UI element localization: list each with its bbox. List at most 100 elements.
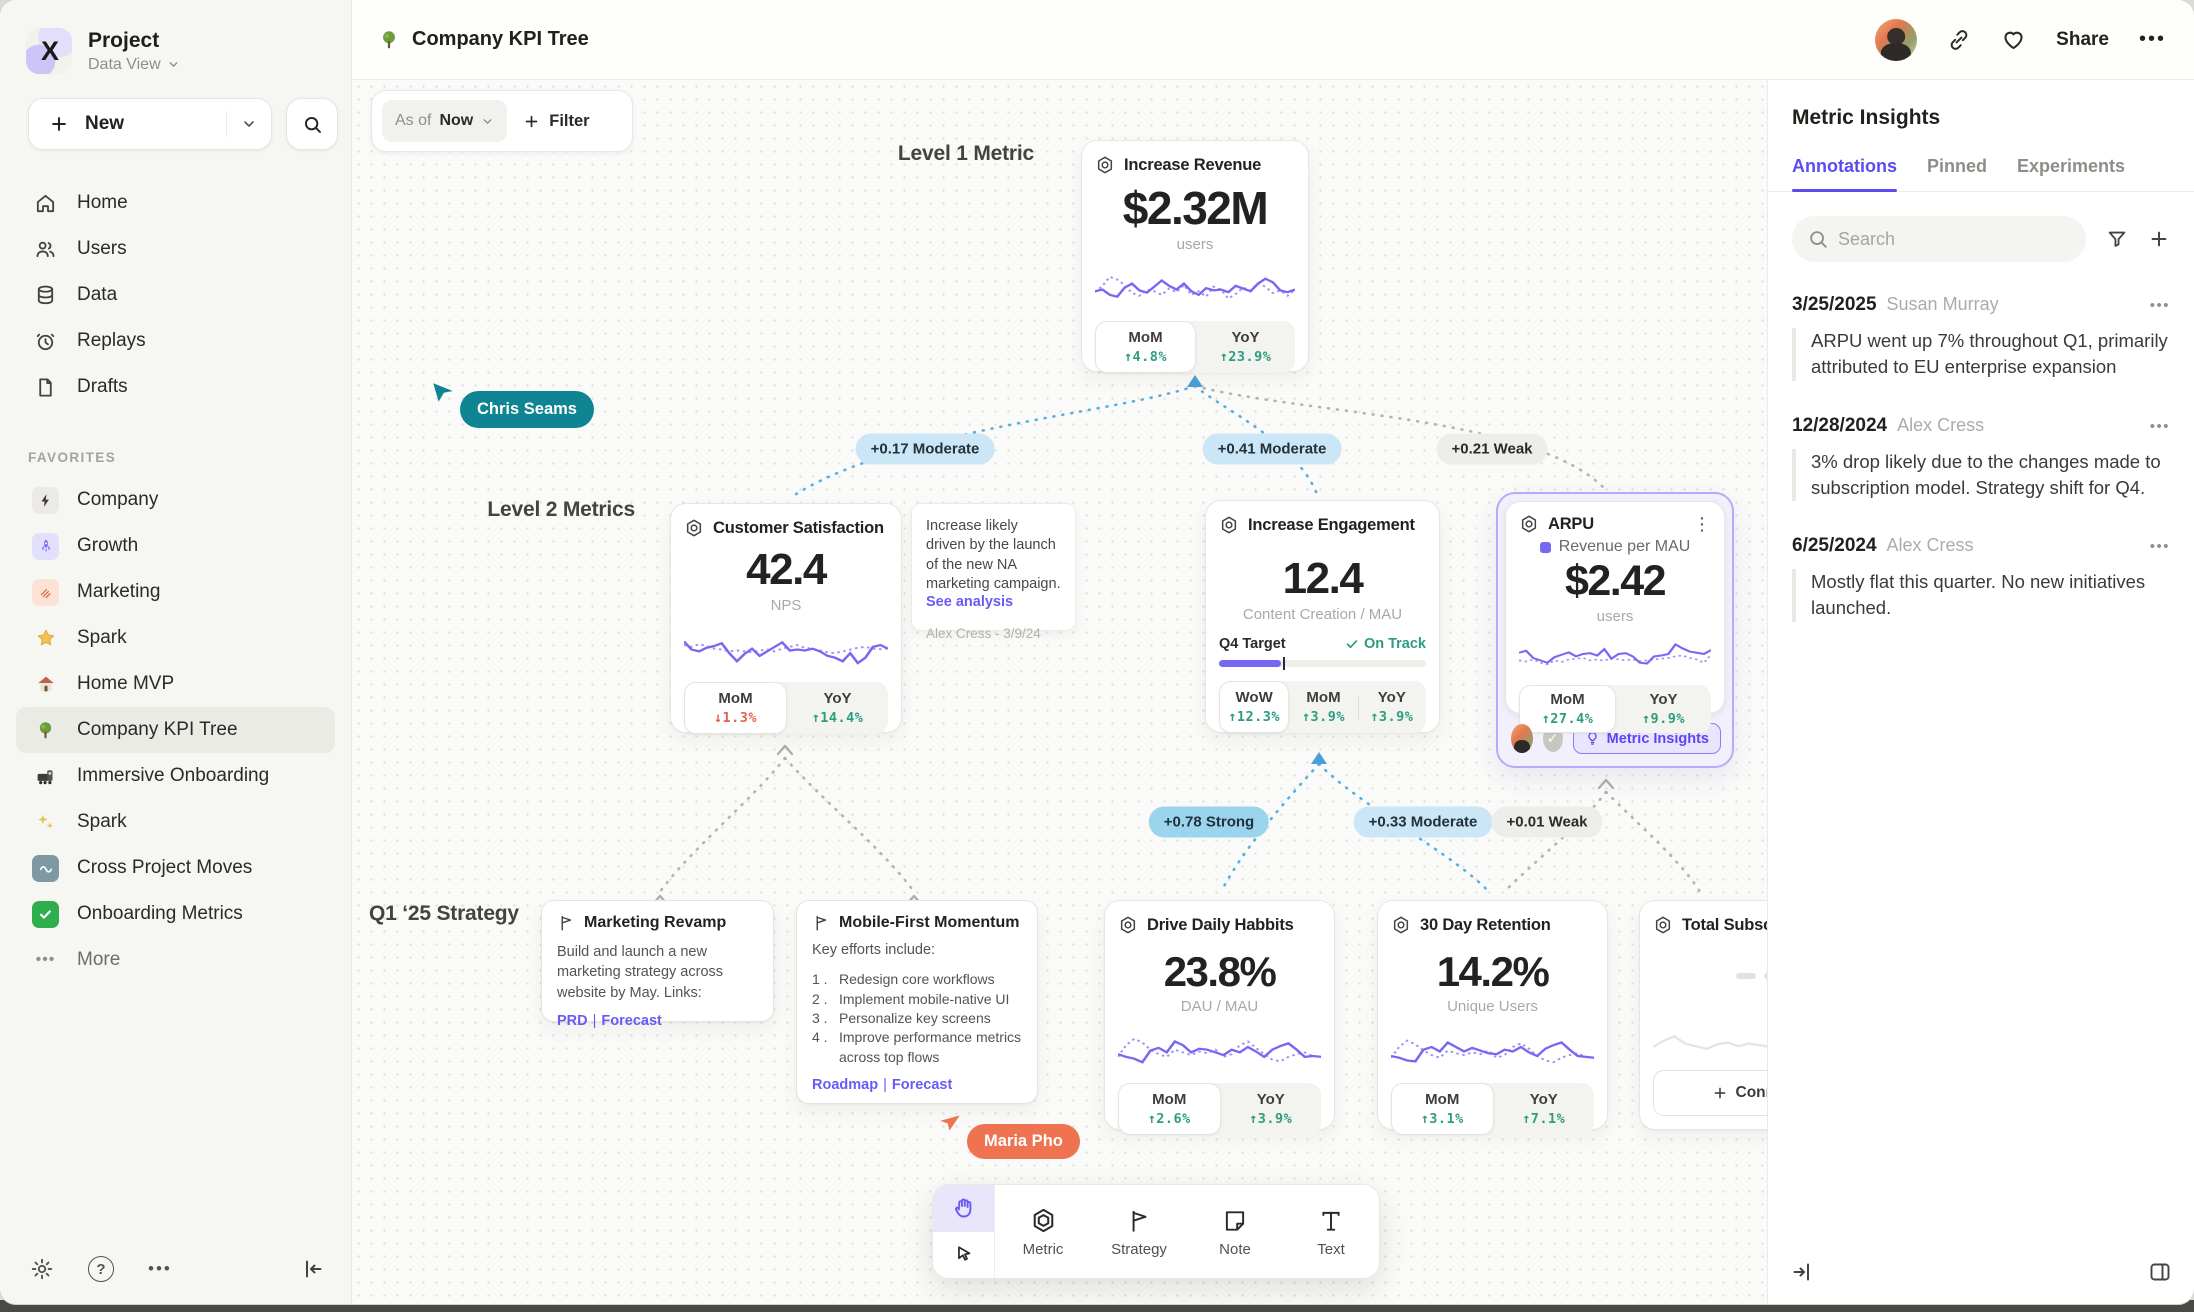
metric-insights-panel: Metric Insights Annotations Pinned Exper… — [1767, 80, 2194, 1304]
annotation-entry[interactable]: 6/25/2024 Alex Cress ••• Mostly flat thi… — [1792, 535, 2170, 622]
favorites-header: FAVORITES — [0, 410, 351, 465]
as-of-selector[interactable]: As of Now — [382, 100, 507, 142]
help-icon[interactable]: ? — [88, 1256, 114, 1282]
favorite-spark[interactable]: Spark — [16, 615, 335, 661]
metric-card-arpu-selected[interactable]: ARPU ⋮ Revenue per MAU $2.42 users MoM↑2… — [1496, 492, 1734, 768]
strategy-card-marketing-revamp[interactable]: Marketing Revamp Build and launch a new … — [541, 900, 774, 1022]
favorite-marketing[interactable]: Marketing — [16, 569, 335, 615]
search-icon — [302, 114, 323, 135]
annotation-menu-icon[interactable]: ••• — [2150, 297, 2170, 314]
search-button[interactable] — [286, 98, 338, 150]
project-switcher[interactable]: X Project Data View — [0, 0, 351, 74]
roadmap-link[interactable]: Roadmap — [812, 1077, 878, 1093]
toggle-sidebar-icon[interactable] — [2148, 1260, 2172, 1284]
user-avatar[interactable] — [1875, 19, 1917, 61]
metric-card-30-day-retention[interactable]: 30 Day Retention 14.2% Unique Users MoM↑… — [1377, 900, 1608, 1130]
sidebar-item-replays[interactable]: Replays — [16, 318, 335, 364]
annotation-entry[interactable]: 12/28/2024 Alex Cress ••• 3% drop likely… — [1792, 415, 2170, 502]
note-byline: Alex Cress - 3/9/24 — [926, 626, 1061, 641]
tab-pinned[interactable]: Pinned — [1927, 156, 1987, 191]
correlation-pill: +0.78 Strong — [1149, 807, 1269, 838]
favorite-onboarding-metrics[interactable]: Onboarding Metrics — [16, 891, 335, 937]
hand-tool-button[interactable] — [933, 1185, 994, 1232]
metric-card-drive-daily-habbits[interactable]: Drive Daily Habbits 23.8% DAU / MAU MoM↑… — [1104, 900, 1335, 1130]
metric-hexagon-icon — [1118, 915, 1138, 935]
replay-clock-icon — [34, 330, 57, 353]
metric-hexagon-icon — [684, 518, 704, 538]
select-tool-button[interactable] — [933, 1232, 994, 1279]
favorite-growth[interactable]: Growth — [16, 523, 335, 569]
annotation-menu-icon[interactable]: ••• — [2150, 538, 2170, 555]
strategy-links: PRD|Forecast — [557, 1013, 758, 1029]
new-button[interactable]: New — [28, 98, 272, 150]
forecast-link[interactable]: Forecast — [601, 1013, 661, 1029]
panel-footer — [1768, 1260, 2194, 1284]
strategy-card-mobile-first[interactable]: Mobile-First Momentum Key efforts includ… — [796, 900, 1038, 1104]
metric-card-total-subscriptions[interactable]: Total Subscript Connect — [1639, 900, 1767, 1130]
favorite-cross-project-moves[interactable]: Cross Project Moves — [16, 845, 335, 891]
tab-experiments[interactable]: Experiments — [2017, 156, 2125, 191]
new-button-label: New — [85, 113, 124, 135]
annotation-entry[interactable]: 3/25/2025 Susan Murray ••• ARPU went up … — [1792, 294, 2170, 381]
metric-card-customer-satisfaction[interactable]: Customer Satisfaction 42.4 NPS MoM↓1.3% … — [670, 503, 902, 733]
flag-icon — [557, 914, 575, 932]
forecast-link[interactable]: Forecast — [892, 1077, 952, 1093]
favorite-company[interactable]: Company — [16, 477, 335, 523]
filter-funnel-icon[interactable] — [2106, 228, 2128, 250]
rocket-icon — [32, 533, 59, 560]
star-icon — [32, 625, 59, 652]
copy-link-icon[interactable] — [1947, 28, 1971, 52]
see-analysis-link[interactable]: See analysis — [926, 594, 1061, 610]
sidebar-item-users[interactable]: Users — [16, 226, 335, 272]
tool-strategy[interactable]: Strategy — [1091, 1185, 1187, 1278]
favorite-heart-icon[interactable] — [2001, 27, 2026, 52]
add-filter-button[interactable]: Filter — [523, 112, 589, 131]
metric-hexagon-icon — [1519, 514, 1539, 534]
favorite-company-kpi-tree[interactable]: Company KPI Tree — [16, 707, 335, 753]
metric-card-increase-engagement[interactable]: Increase Engagement 12.4 Content Creatio… — [1205, 500, 1440, 733]
prd-link[interactable]: PRD — [557, 1013, 588, 1029]
metric-card-arpu[interactable]: ARPU ⋮ Revenue per MAU $2.42 users MoM↑2… — [1505, 501, 1725, 714]
divider — [226, 111, 227, 137]
kpi-tree-canvas[interactable]: As of Now Filter Level 1 Metric Level 2 … — [352, 80, 1767, 1304]
settings-gear-icon[interactable] — [30, 1257, 54, 1281]
collapse-sidebar-icon[interactable] — [301, 1257, 325, 1281]
tool-text[interactable]: Text — [1283, 1185, 1379, 1278]
sidebar-item-drafts[interactable]: Drafts — [16, 364, 335, 410]
more-options-icon[interactable]: ••• — [148, 1259, 172, 1279]
stat-bar: MoM↑3.1% YoY↑7.1% — [1391, 1083, 1594, 1135]
kebab-menu-icon[interactable]: ⋮ — [1693, 515, 1711, 533]
favorite-home-mvp[interactable]: Home MVP — [16, 661, 335, 707]
strategy-item: 1 .Redesign core workflows — [812, 970, 1022, 989]
sidebar-item-data[interactable]: Data — [16, 272, 335, 318]
metric-value: 23.8% — [1118, 951, 1321, 993]
sidebar-item-home[interactable]: Home — [16, 180, 335, 226]
project-view-selector[interactable]: Data View — [88, 56, 180, 74]
share-button[interactable]: Share — [2056, 29, 2109, 51]
tool-note[interactable]: Note — [1187, 1185, 1283, 1278]
annotation-note-card[interactable]: Increase likely driven by the launch of … — [911, 503, 1076, 631]
add-annotation-icon[interactable] — [2148, 228, 2170, 250]
metric-hexagon-icon — [1030, 1207, 1057, 1234]
tab-annotations[interactable]: Annotations — [1792, 156, 1897, 191]
tool-metric[interactable]: Metric — [995, 1185, 1091, 1278]
favorite-immersive-onboarding[interactable]: Immersive Onboarding — [16, 753, 335, 799]
favorites-more[interactable]: ••• More — [16, 937, 335, 983]
bolt-icon — [32, 487, 59, 514]
document-title: Company KPI Tree — [378, 28, 589, 51]
favorite-spark-2[interactable]: Spark — [16, 799, 335, 845]
stat-bar: MoM↓1.3% YoY↑14.4% — [684, 682, 888, 734]
file-icon — [34, 376, 57, 399]
annotation-menu-icon[interactable]: ••• — [2150, 418, 2170, 435]
sparkline-chart — [1095, 259, 1295, 311]
metric-card-increase-revenue[interactable]: Increase Revenue $2.32M users MoM↑4.8% Y… — [1081, 140, 1309, 372]
sidebar-nav: Home Users Data Replays Drafts — [0, 150, 351, 410]
chevron-down-icon[interactable] — [241, 116, 257, 132]
connect-metric-button[interactable]: Connect — [1653, 1070, 1767, 1116]
expand-panel-icon[interactable] — [1790, 1260, 1814, 1284]
annotations-search-input[interactable] — [1792, 216, 2086, 262]
more-menu-icon[interactable]: ••• — [2139, 28, 2166, 51]
correlation-pill: +0.21 Weak — [1436, 434, 1547, 465]
annotation-text: ARPU went up 7% throughout Q1, primarily… — [1792, 328, 2170, 381]
annotation-text: Mostly flat this quarter. No new initiat… — [1792, 569, 2170, 622]
